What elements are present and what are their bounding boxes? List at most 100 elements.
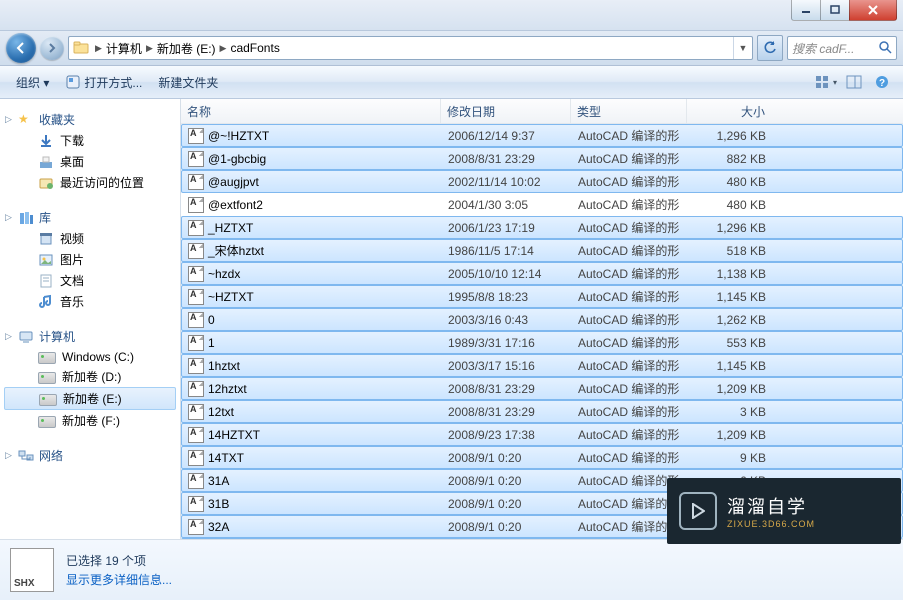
forward-button[interactable] bbox=[40, 36, 64, 60]
libraries-header[interactable]: ▷ 库 bbox=[0, 207, 180, 228]
file-pane: 名称 修改日期 类型 大小 @~!HZTXT 2006/12/14 9:37 A… bbox=[181, 99, 903, 539]
network-header[interactable]: ▷ 网络 bbox=[0, 445, 180, 466]
favorites-item[interactable]: 下载 bbox=[0, 130, 180, 151]
file-list[interactable]: @~!HZTXT 2006/12/14 9:37 AutoCAD 编译的形 1,… bbox=[181, 124, 903, 539]
shx-file-icon bbox=[188, 335, 204, 351]
favorites-item[interactable]: 最近访问的位置 bbox=[0, 172, 180, 193]
close-button[interactable] bbox=[849, 0, 897, 21]
breadcrumb[interactable]: cadFonts bbox=[228, 41, 281, 55]
search-placeholder: 搜索 cadF... bbox=[792, 40, 854, 57]
favorites-header[interactable]: ▷ ★ 收藏夹 bbox=[0, 109, 180, 130]
file-row[interactable]: 14TXT 2008/9/1 0:20 AutoCAD 编译的形 9 KB bbox=[181, 446, 903, 469]
drive-item[interactable]: Windows (C:) bbox=[0, 347, 180, 366]
file-row[interactable]: @1-gbcbig 2008/8/31 23:29 AutoCAD 编译的形 8… bbox=[181, 147, 903, 170]
breadcrumb[interactable]: 新加卷 (E:) bbox=[155, 40, 218, 57]
drive-item[interactable]: 新加卷 (D:) bbox=[0, 366, 180, 387]
nav-icon bbox=[38, 175, 54, 191]
file-type: AutoCAD 编译的形 bbox=[572, 265, 688, 282]
shx-file-icon bbox=[188, 220, 204, 236]
nav-icon bbox=[38, 231, 54, 247]
column-date[interactable]: 修改日期 bbox=[441, 99, 571, 123]
breadcrumb[interactable]: 计算机 bbox=[104, 40, 144, 57]
file-row[interactable]: @extfont2 2004/1/30 3:05 AutoCAD 编译的形 48… bbox=[181, 193, 903, 216]
nav-label: 计算机 bbox=[39, 328, 75, 345]
drive-item[interactable]: 新加卷 (E:) bbox=[4, 387, 176, 410]
watermark-title: 溜溜自学 bbox=[727, 493, 815, 519]
shx-file-icon bbox=[188, 358, 204, 374]
view-options-button[interactable]: ▾ bbox=[813, 71, 839, 93]
file-date: 2006/1/23 17:19 bbox=[442, 221, 572, 235]
file-row[interactable]: 1 1989/3/31 17:16 AutoCAD 编译的形 553 KB bbox=[181, 331, 903, 354]
column-headers[interactable]: 名称 修改日期 类型 大小 bbox=[181, 99, 903, 124]
libraries-item[interactable]: 视频 bbox=[0, 228, 180, 249]
file-size: 1,262 KB bbox=[688, 313, 772, 327]
shx-file-icon bbox=[188, 519, 204, 535]
libraries-item[interactable]: 图片 bbox=[0, 249, 180, 270]
navigation-pane[interactable]: ▷ ★ 收藏夹 下载桌面最近访问的位置 ▷ 库 视频图片文档音乐 ▷ bbox=[0, 99, 181, 539]
chevron-right-icon[interactable]: ▶ bbox=[144, 43, 155, 54]
file-date: 2008/9/1 0:20 bbox=[442, 474, 572, 488]
file-name: 1hztxt bbox=[208, 359, 240, 373]
file-type: AutoCAD 编译的形 bbox=[572, 150, 688, 167]
organize-button[interactable]: 组织 ▾ bbox=[8, 70, 57, 95]
computer-header[interactable]: ▷ 计算机 bbox=[0, 326, 180, 347]
file-row[interactable]: ~HZTXT 1995/8/8 18:23 AutoCAD 编译的形 1,145… bbox=[181, 285, 903, 308]
file-date: 2008/9/23 17:38 bbox=[442, 428, 572, 442]
file-date: 1989/3/31 17:16 bbox=[442, 336, 572, 350]
file-size: 1,296 KB bbox=[688, 129, 772, 143]
refresh-button[interactable] bbox=[757, 35, 783, 61]
file-type: AutoCAD 编译的形 bbox=[572, 173, 688, 190]
file-size: 1,145 KB bbox=[688, 290, 772, 304]
shx-file-icon bbox=[188, 427, 204, 443]
new-folder-button[interactable]: 新建文件夹 bbox=[150, 70, 226, 95]
nav-icon bbox=[38, 294, 54, 310]
show-more-details-link[interactable]: 显示更多详细信息... bbox=[66, 571, 172, 588]
nav-item-label: 文档 bbox=[60, 272, 84, 289]
file-row[interactable]: 0 2003/3/16 0:43 AutoCAD 编译的形 1,262 KB bbox=[181, 308, 903, 331]
address-box[interactable]: ▶ 计算机 ▶ 新加卷 (E:) ▶ cadFonts ▼ bbox=[68, 36, 753, 60]
file-row[interactable]: 1hztxt 2003/3/17 15:16 AutoCAD 编译的形 1,14… bbox=[181, 354, 903, 377]
file-row[interactable]: ~hzdx 2005/10/10 12:14 AutoCAD 编译的形 1,13… bbox=[181, 262, 903, 285]
column-type[interactable]: 类型 bbox=[571, 99, 687, 123]
drive-icon bbox=[38, 352, 56, 364]
shx-file-icon bbox=[188, 128, 204, 144]
drive-item[interactable]: 新加卷 (F:) bbox=[0, 410, 180, 431]
file-row[interactable]: 14HZTXT 2008/9/23 17:38 AutoCAD 编译的形 1,2… bbox=[181, 423, 903, 446]
chevron-right-icon[interactable]: ▶ bbox=[218, 43, 229, 54]
back-button[interactable] bbox=[6, 33, 36, 63]
file-row[interactable]: _宋体hztxt 1986/11/5 17:14 AutoCAD 编译的形 51… bbox=[181, 239, 903, 262]
file-date: 2003/3/16 0:43 bbox=[442, 313, 572, 327]
nav-item-label: 最近访问的位置 bbox=[60, 174, 144, 191]
file-date: 2003/3/17 15:16 bbox=[442, 359, 572, 373]
help-button[interactable]: ? bbox=[869, 71, 895, 93]
file-name: 14HZTXT bbox=[208, 428, 260, 442]
file-size: 1,209 KB bbox=[688, 428, 772, 442]
file-size: 553 KB bbox=[688, 336, 772, 350]
search-icon bbox=[878, 40, 892, 57]
chevron-right-icon[interactable]: ▶ bbox=[93, 43, 104, 54]
file-row[interactable]: @augjpvt 2002/11/14 10:02 AutoCAD 编译的形 4… bbox=[181, 170, 903, 193]
favorites-item[interactable]: 桌面 bbox=[0, 151, 180, 172]
file-type: AutoCAD 编译的形 bbox=[572, 127, 688, 144]
file-date: 1986/11/5 17:14 bbox=[442, 244, 572, 258]
preview-pane-button[interactable] bbox=[841, 71, 867, 93]
file-type: AutoCAD 编译的形 bbox=[572, 288, 688, 305]
libraries-item[interactable]: 文档 bbox=[0, 270, 180, 291]
titlebar bbox=[0, 0, 903, 31]
address-dropdown[interactable]: ▼ bbox=[733, 37, 752, 59]
file-name: ~HZTXT bbox=[208, 290, 254, 304]
maximize-button[interactable] bbox=[820, 0, 850, 21]
column-size[interactable]: 大小 bbox=[687, 99, 771, 123]
file-row[interactable]: @~!HZTXT 2006/12/14 9:37 AutoCAD 编译的形 1,… bbox=[181, 124, 903, 147]
file-type: AutoCAD 编译的形 bbox=[572, 311, 688, 328]
minimize-button[interactable] bbox=[791, 0, 821, 21]
open-with-button[interactable]: 打开方式... bbox=[57, 70, 150, 95]
column-name[interactable]: 名称 bbox=[181, 99, 441, 123]
libraries-item[interactable]: 音乐 bbox=[0, 291, 180, 312]
file-row[interactable]: 12hztxt 2008/8/31 23:29 AutoCAD 编译的形 1,2… bbox=[181, 377, 903, 400]
network-icon bbox=[18, 448, 34, 464]
file-row[interactable]: 12txt 2008/8/31 23:29 AutoCAD 编译的形 3 KB bbox=[181, 400, 903, 423]
file-row[interactable]: _HZTXT 2006/1/23 17:19 AutoCAD 编译的形 1,29… bbox=[181, 216, 903, 239]
search-input[interactable]: 搜索 cadF... bbox=[787, 36, 897, 60]
shx-file-icon bbox=[188, 151, 204, 167]
